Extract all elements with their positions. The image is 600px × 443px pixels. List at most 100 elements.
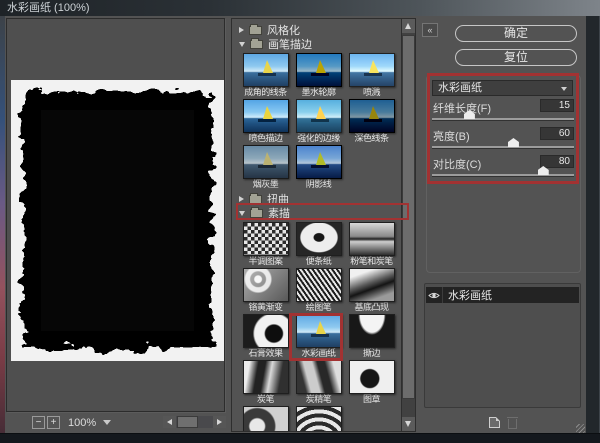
filter-thumbnail-label: 撕边 (345, 348, 398, 359)
filter-thumbnail[interactable] (296, 406, 342, 431)
filter-item[interactable]: 强化的边缘 (292, 99, 345, 144)
filter-item[interactable] (292, 406, 345, 431)
filter-item[interactable]: 半调图案 (239, 222, 292, 267)
window-title: 水彩画纸 (100%) (0, 0, 600, 16)
filter-item[interactable]: 烟灰墨 (239, 145, 292, 190)
category-name: 素描 (268, 205, 290, 221)
slider-value-field[interactable]: 15 (540, 99, 574, 112)
slider-track[interactable] (432, 146, 574, 148)
filter-thumbnail[interactable] (243, 360, 289, 394)
filter-thumbnail[interactable] (243, 406, 289, 431)
filter-item[interactable]: 炭笔 (239, 360, 292, 405)
scroll-up-icon[interactable] (402, 19, 415, 33)
filter-thumbnail[interactable] (349, 53, 395, 87)
filter-item[interactable] (239, 406, 292, 431)
filter-item[interactable]: 铬黄渐变 (239, 268, 292, 313)
filter-item[interactable]: 图章 (345, 360, 398, 405)
filter-thumbnail-grid: 成角的线条墨水轮廓喷溅喷色描边强化的边缘深色线条烟灰墨阴影线 (232, 53, 401, 190)
filter-thumbnail[interactable] (349, 268, 395, 302)
slider-value-field[interactable]: 80 (540, 155, 574, 168)
collapsed-arrow-icon (239, 27, 244, 33)
filter-thumbnail[interactable] (243, 222, 289, 256)
window-frame-right (586, 16, 600, 433)
slider-track[interactable] (432, 118, 574, 120)
preview-pane[interactable] (6, 18, 225, 412)
filter-item[interactable]: 墨水轮廓 (292, 53, 345, 98)
h-scrollbar-thumb[interactable] (177, 416, 198, 428)
filter-item[interactable]: 阴影线 (292, 145, 345, 190)
filter-thumbnail[interactable] (243, 314, 289, 348)
collapse-filter-panel-button[interactable]: « (422, 23, 438, 37)
filter-thumbnail[interactable] (349, 222, 395, 256)
filter-item[interactable]: 喷色描边 (239, 99, 292, 144)
filter-thumbnail-grid: 半调图案便条纸粉笔和炭笔铬黄渐变绘图笔基底凸现石膏效果水彩画纸撕边炭笔炭精笔图章 (232, 222, 401, 431)
filter-thumbnail[interactable] (296, 99, 342, 133)
filter-thumbnail-label: 墨水轮廓 (292, 87, 345, 98)
filter-select-dropdown[interactable]: 水彩画纸 (432, 80, 573, 96)
filter-thumbnail-label: 铬黄渐变 (239, 302, 292, 313)
delete-effect-layer-icon[interactable] (508, 419, 517, 429)
scroll-left-icon[interactable] (163, 416, 176, 428)
filter-list-scrollbar[interactable] (401, 19, 415, 431)
reset-button[interactable]: 复位 (455, 49, 577, 66)
filter-item[interactable]: 绘图笔 (292, 268, 345, 313)
filter-thumbnail-label: 粉笔和炭笔 (345, 256, 398, 267)
scroll-right-icon[interactable] (213, 416, 226, 428)
filter-thumbnail-label: 水彩画纸 (292, 348, 345, 359)
preview-horizontal-scrollbar[interactable] (163, 416, 226, 428)
filter-thumbnail[interactable] (243, 145, 289, 179)
filter-item[interactable]: 便条纸 (292, 222, 345, 267)
zoom-out-button[interactable]: − (32, 416, 45, 429)
zoom-dropdown-icon[interactable] (103, 420, 111, 425)
filter-thumbnail[interactable] (296, 268, 342, 302)
filter-thumbnail-label: 绘图笔 (292, 302, 345, 313)
zoom-level-value[interactable]: 100% (68, 417, 96, 429)
category-header[interactable]: 素描 (232, 206, 401, 220)
effect-layer-row[interactable]: 水彩画纸 (426, 287, 579, 303)
folder-icon (250, 209, 263, 218)
slider-block: 对比度(C)80 (432, 154, 574, 182)
filter-thumbnail[interactable] (349, 314, 395, 348)
visibility-eye-icon[interactable] (426, 287, 443, 303)
filter-thumbnail[interactable] (243, 99, 289, 133)
slider-label: 纤维长度(F) (433, 100, 491, 116)
filter-thumbnail[interactable] (296, 360, 342, 394)
folder-icon (249, 26, 262, 35)
filter-thumbnail[interactable] (296, 222, 342, 256)
filter-item[interactable]: 石膏效果 (239, 314, 292, 359)
resize-grip-icon[interactable] (576, 424, 585, 433)
slider-thumb[interactable] (508, 138, 519, 147)
filter-thumbnail[interactable] (349, 99, 395, 133)
slider-value-field[interactable]: 60 (540, 127, 574, 140)
filter-thumbnail[interactable] (349, 360, 395, 394)
category-header[interactable]: 画笔描边 (232, 37, 401, 51)
filter-thumbnail[interactable] (243, 268, 289, 302)
settings-panel: « 确定 复位 水彩画纸 纤维长度(F)15亮度(B)60对比度(C)80 水彩… (420, 18, 586, 432)
filter-thumbnail[interactable] (296, 53, 342, 87)
filter-item[interactable]: 撕边 (345, 314, 398, 359)
filter-thumbnail-label: 半调图案 (239, 256, 292, 267)
filter-item[interactable]: 喷溅 (345, 53, 398, 98)
filter-thumbnail[interactable] (296, 145, 342, 179)
zoom-in-button[interactable]: + (47, 416, 60, 429)
layers-toolbar (420, 417, 586, 431)
collapsed-arrow-icon (239, 196, 244, 202)
filter-thumbnail-label: 便条纸 (292, 256, 345, 267)
scroll-down-icon[interactable] (402, 417, 415, 431)
slider-group: 纤维长度(F)15亮度(B)60对比度(C)80 (432, 98, 574, 182)
filter-item[interactable]: 基底凸现 (345, 268, 398, 313)
filter-item[interactable]: 粉笔和炭笔 (345, 222, 398, 267)
slider-track[interactable] (432, 174, 574, 176)
filter-item[interactable]: 成角的线条 (239, 53, 292, 98)
new-effect-layer-icon[interactable] (489, 417, 500, 428)
filter-thumbnail-selected[interactable] (296, 314, 342, 348)
category-header[interactable]: 风格化 (232, 23, 401, 37)
filter-thumbnail[interactable] (243, 53, 289, 87)
ok-button[interactable]: 确定 (455, 25, 577, 42)
filter-item[interactable]: 深色线条 (345, 99, 398, 144)
filter-item[interactable]: 炭精笔 (292, 360, 345, 405)
category-header[interactable]: 扭曲 (232, 192, 401, 206)
v-scrollbar-thumb[interactable] (402, 35, 415, 399)
filter-thumbnail-label: 炭精笔 (292, 394, 345, 405)
filter-item[interactable]: 水彩画纸 (292, 314, 345, 359)
